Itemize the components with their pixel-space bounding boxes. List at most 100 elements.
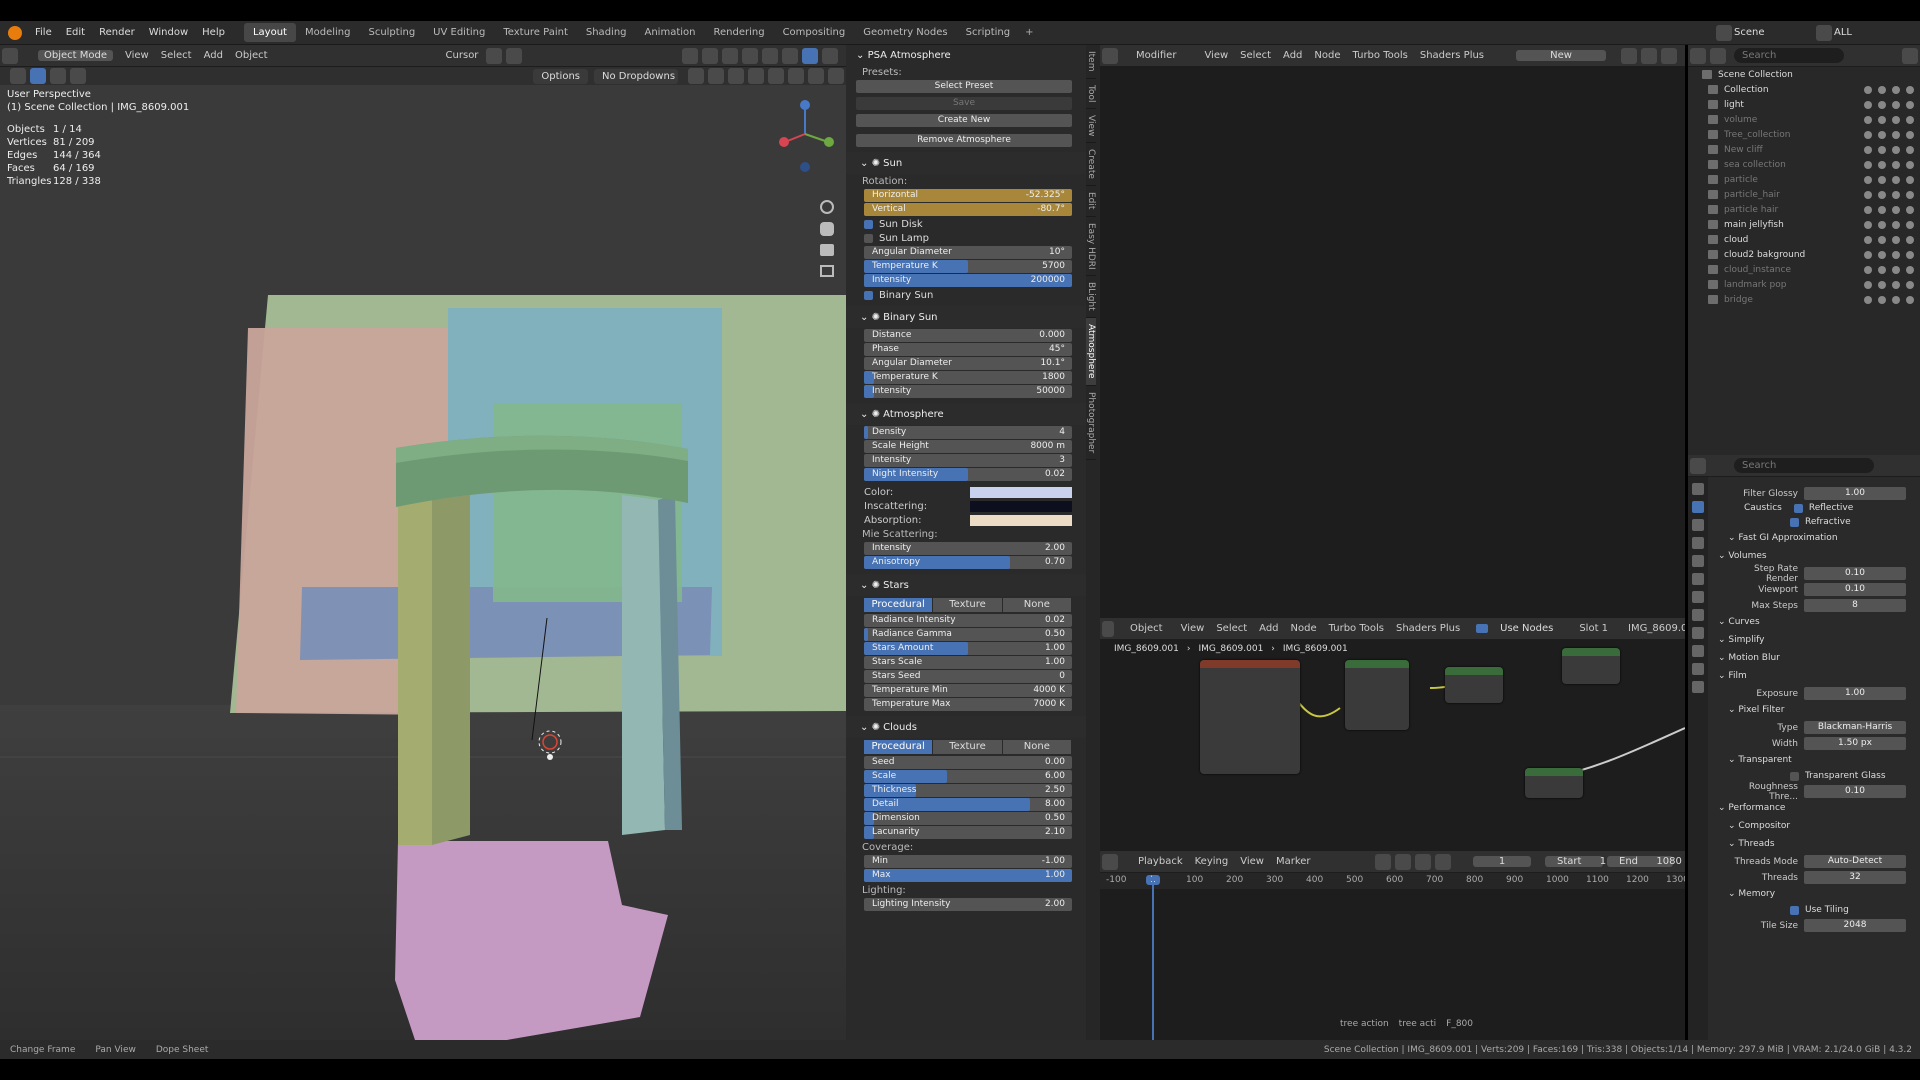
camera-icon[interactable] [1906, 205, 1914, 214]
timeline-marker[interactable]: tree action [1340, 1019, 1389, 1029]
properties-tab-icon[interactable] [1692, 681, 1704, 693]
material-select[interactable]: IMG_8609.0 [1622, 623, 1685, 634]
camera-icon[interactable] [1906, 280, 1914, 289]
atmosphere-field[interactable]: Night Intensity 0.02 [864, 468, 1072, 481]
camera-icon[interactable] [1906, 175, 1914, 184]
select-icon[interactable] [1878, 160, 1886, 169]
clouds-field[interactable]: Detail 8.00 [864, 798, 1072, 811]
chevron-down-icon[interactable]: ⌄ [860, 580, 868, 591]
select-icon[interactable] [1878, 205, 1886, 214]
eye-icon[interactable] [1892, 115, 1900, 124]
volumes-section[interactable]: ⌄ Volumes [1708, 547, 1920, 565]
reflective-checkbox[interactable] [1793, 503, 1803, 513]
sidebar-tab-view[interactable]: View [1086, 109, 1096, 144]
menu-window[interactable]: Window [142, 27, 195, 38]
workspace-tab-sculpting[interactable]: Sculpting [359, 23, 424, 42]
outliner-item[interactable]: cloud2 bakground [1688, 247, 1920, 262]
checkbox-icon[interactable] [1864, 100, 1872, 109]
select-icon[interactable] [1878, 100, 1886, 109]
properties-search-input[interactable]: Search [1734, 458, 1874, 473]
editor-type-icon[interactable] [1102, 853, 1118, 870]
grid-view-icon[interactable] [820, 265, 834, 277]
slot-select[interactable]: Slot 1 [1573, 623, 1614, 634]
compositor-section[interactable]: ⌄ Compositor [1708, 817, 1920, 835]
motion-blur-section[interactable]: ⌄ Motion Blur [1708, 649, 1920, 667]
shader-menu-node[interactable]: Node [1285, 623, 1323, 634]
chevron-down-icon[interactable]: ⌄ [860, 158, 868, 169]
editor-type-icon[interactable] [1102, 47, 1118, 64]
binary-field[interactable]: Temperature K 1800 [864, 371, 1072, 384]
camera-icon[interactable] [1906, 85, 1914, 94]
eye-icon[interactable] [1892, 100, 1900, 109]
vertical-field[interactable]: Vertical -80.7° [864, 203, 1072, 216]
checkbox-icon[interactable] [1864, 295, 1872, 304]
editor-type-icon[interactable] [1690, 47, 1706, 64]
stars-field[interactable]: Temperature Min 4000 K [864, 684, 1072, 697]
playhead[interactable] [1152, 875, 1154, 1040]
shader-type[interactable]: Object [1124, 623, 1169, 634]
properties-tab-icon[interactable] [1692, 501, 1704, 513]
outliner-item[interactable]: Scene Collection [1688, 67, 1920, 82]
workspace-tab-uv-editing[interactable]: UV Editing [424, 23, 494, 42]
sidebar-tab-item[interactable]: Item [1086, 45, 1096, 79]
camera-icon[interactable] [1906, 265, 1914, 274]
timeline-menu-keying[interactable]: Keying [1189, 856, 1235, 867]
timeline-marker[interactable]: F_800 [1446, 1019, 1473, 1029]
fast-gi-section[interactable]: ⌄ Fast GI Approximation [1708, 529, 1920, 547]
binary-sun-checkbox-box[interactable] [864, 290, 873, 300]
node-menu-node[interactable]: Node [1308, 50, 1346, 61]
sidebar-tab-photographer[interactable]: Photographer [1086, 386, 1096, 460]
snap-icon[interactable] [1641, 47, 1657, 64]
sidebar-tab-easy-hdri[interactable]: Easy HDRI [1086, 217, 1096, 277]
outliner-item[interactable]: particle_hair [1688, 187, 1920, 202]
overlay-icon[interactable] [1661, 47, 1677, 64]
save-preset-button[interactable]: Save [856, 97, 1072, 110]
binary-field[interactable]: Angular Diameter 10.1° [864, 357, 1072, 370]
atmosphere-field[interactable]: Intensity 3 [864, 454, 1072, 467]
shader-node-editor[interactable]: Object View Select Add Node Turbo Tools Shade… [1100, 618, 1685, 851]
outliner-item[interactable]: Collection [1688, 82, 1920, 97]
properties-tab-icon[interactable] [1692, 645, 1704, 657]
stars-field[interactable]: Temperature Max 7000 K [864, 698, 1072, 711]
film-section[interactable]: ⌄ Film [1708, 667, 1920, 685]
angular-diameter-field[interactable]: Angular Diameter 10° [864, 246, 1072, 259]
shader-menu-select[interactable]: Select [1210, 623, 1253, 634]
sun-section[interactable]: ⌄ ✺ Sun [846, 152, 1086, 174]
select-icon[interactable] [1878, 145, 1886, 154]
timeline-menu-view[interactable]: View [1234, 856, 1270, 867]
workspace-tab-animation[interactable]: Animation [636, 23, 705, 42]
menu-help[interactable]: Help [195, 27, 232, 38]
eye-icon[interactable] [1892, 85, 1900, 94]
scene-name[interactable]: Scene [1734, 27, 1814, 38]
properties-tab-icon[interactable] [1692, 663, 1704, 675]
properties-tab-icon[interactable] [1692, 591, 1704, 603]
timeline-menu-playback[interactable]: Playback [1132, 856, 1189, 867]
jump-start-icon[interactable] [1375, 853, 1391, 870]
select-preset-button[interactable]: Select Preset [856, 80, 1072, 93]
workspace-tab-layout[interactable]: Layout [243, 23, 296, 42]
workspace-tab-texture-paint[interactable]: Texture Paint [494, 23, 577, 42]
chevron-down-icon[interactable]: ⌄ [860, 409, 868, 420]
sidebar-tab-create[interactable]: Create [1086, 143, 1096, 187]
camera-icon[interactable] [1906, 100, 1914, 109]
clouds-field[interactable]: Lacunarity 2.10 [864, 826, 1072, 839]
properties-tab-icon[interactable] [1692, 555, 1704, 567]
editor-type-icon[interactable] [1102, 620, 1114, 637]
sidebar-tab-atmosphere[interactable]: Atmosphere [1086, 318, 1096, 386]
eye-icon[interactable] [1892, 130, 1900, 139]
start-frame-field[interactable]: Start 1 [1545, 856, 1606, 867]
node-menu-shaders-plus[interactable]: Shaders Plus [1414, 50, 1490, 61]
color-swatch[interactable] [970, 486, 1072, 498]
outliner-item[interactable]: sea collection [1688, 157, 1920, 172]
clouds-tab-procedural[interactable]: Procedural [864, 740, 933, 754]
end-frame-field[interactable]: End 1080 [1607, 856, 1682, 867]
select-icon[interactable] [1878, 250, 1886, 259]
camera-icon[interactable] [1906, 220, 1914, 229]
select-icon[interactable] [1878, 85, 1886, 94]
camera-view-icon[interactable] [820, 244, 834, 256]
chevron-icon[interactable]: ⌄ [1718, 671, 1726, 681]
checkbox-icon[interactable] [1864, 190, 1872, 199]
atmosphere-field[interactable]: Density 4 [864, 426, 1072, 439]
create-new-button[interactable]: Create New [856, 114, 1072, 127]
timeline-menu-marker[interactable]: Marker [1270, 856, 1317, 867]
